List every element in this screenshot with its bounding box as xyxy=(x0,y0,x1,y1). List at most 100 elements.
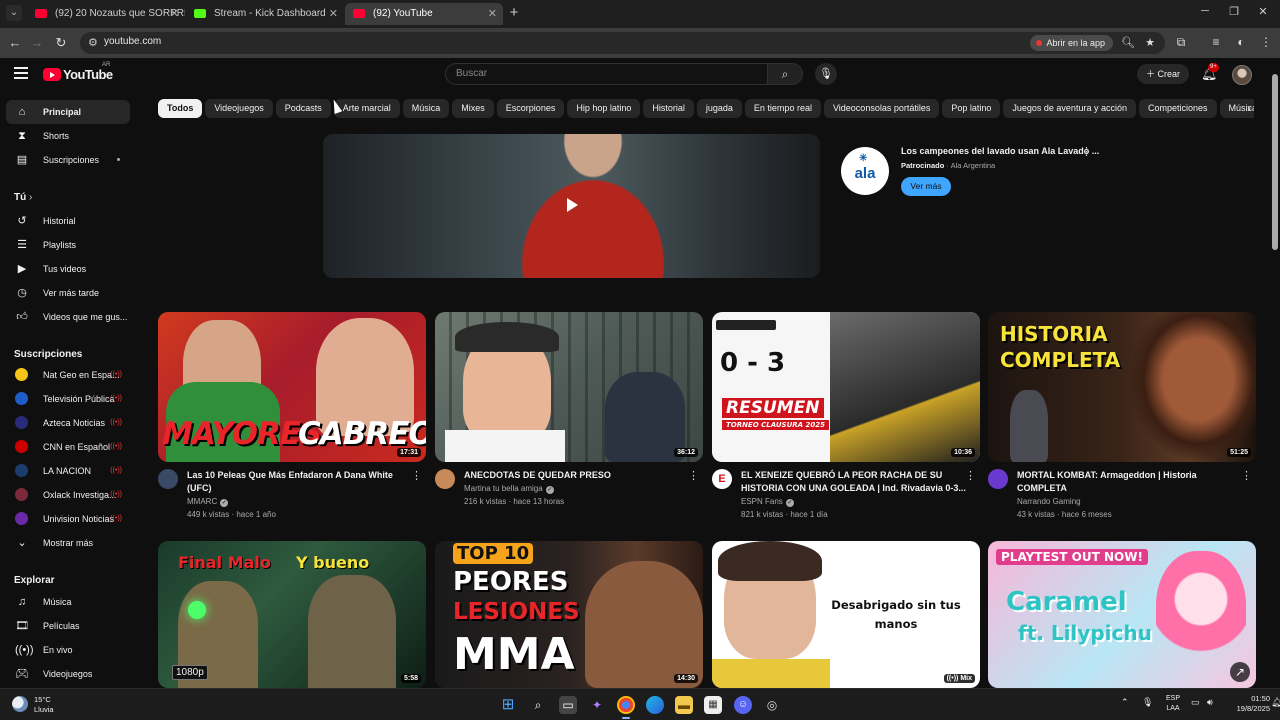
input-language[interactable]: ESP LAA xyxy=(1165,694,1181,714)
weather-widget[interactable]: 15°C Lluvia xyxy=(34,695,54,715)
show-more-button[interactable]: ⌄ Mostrar más xyxy=(6,531,130,555)
sidebar-item-ver-mas-tarde[interactable]: ◷ Ver más tarde xyxy=(6,281,130,305)
sidebar-sub-natgeo[interactable]: Nat Geo en Espa... ((•)) xyxy=(6,363,130,387)
browser-tab-3[interactable]: (92) YouTube ✕ xyxy=(345,3,503,25)
chip-musica[interactable]: Música xyxy=(402,99,450,118)
channel-avatar[interactable] xyxy=(158,469,178,489)
close-tab-icon[interactable]: ✕ xyxy=(488,3,497,25)
extensions-icon[interactable]: ⧉ xyxy=(1173,35,1189,50)
sidebar-item-musica[interactable]: ♫ Música xyxy=(6,590,130,614)
video-title[interactable]: Las 10 Peleas Que Más Enfadaron A Dana W… xyxy=(187,469,412,495)
chip-juegos-aventura[interactable]: Juegos de aventura y acción xyxy=(1003,99,1136,118)
video-thumbnail[interactable]: TOP 10 PEORES LESIONES MMA 14:30 xyxy=(435,541,703,688)
forward-button[interactable]: → xyxy=(28,34,46,52)
zoom-icon[interactable]: 🔍︎ xyxy=(1121,36,1135,49)
site-info-icon[interactable]: ⚙ xyxy=(88,36,98,49)
address-bar[interactable]: ⚙ youtube.com Abrir en la app 🔍︎ ★ xyxy=(80,32,1165,54)
scrollbar-thumb[interactable] xyxy=(1272,74,1278,250)
system-clock[interactable]: 01:50 19/8/2025 xyxy=(1228,694,1270,714)
close-window-button[interactable]: ✕ xyxy=(1254,5,1272,18)
expand-arrow-icon[interactable]: ↗ xyxy=(1230,662,1250,682)
chip-videoconsolas[interactable]: Videoconsolas portátiles xyxy=(823,99,940,118)
you-section-heading[interactable]: Tú › xyxy=(14,192,32,203)
microphone-tray-icon[interactable]: 🎙︎ xyxy=(1142,697,1153,708)
video-thumbnail[interactable]: MAYORES CABREOS 17:31 xyxy=(158,312,426,462)
sidebar-sub-oxlack[interactable]: Oxlack Investiga... ((•)) xyxy=(6,483,130,507)
search-input[interactable]: Buscar xyxy=(445,63,767,85)
task-view-icon[interactable]: ▭ xyxy=(559,696,577,714)
sidebar-sub-univision[interactable]: Univision Noticias ((•)) xyxy=(6,507,130,531)
file-explorer-icon[interactable]: ▬ xyxy=(675,696,693,714)
sidebar-item-en-vivo[interactable]: ((•)) En vivo xyxy=(6,638,130,662)
sidebar-item-liked-videos[interactable]: 👍︎ Videos que me gus... xyxy=(6,305,130,329)
new-tab-button[interactable]: + xyxy=(505,4,523,21)
video-title[interactable]: MORTAL KOMBAT: Armageddon | Historia COM… xyxy=(1017,469,1242,495)
voice-search-button[interactable]: 🎙︎ xyxy=(815,63,837,85)
video-thumbnail[interactable]: PLAYTEST OUT NOW! Caramel ft. Lilypichu … xyxy=(988,541,1256,688)
close-tab-icon[interactable]: ✕ xyxy=(170,3,179,25)
sidebar-item-videojuegos[interactable]: 🎮︎ Videojuegos xyxy=(6,662,130,686)
copilot-icon[interactable]: ✦ xyxy=(588,696,606,714)
chip-videojuegos[interactable]: Videojuegos xyxy=(205,99,273,118)
create-button[interactable]: ＋ Crear xyxy=(1137,64,1189,84)
chip-arte-marcial[interactable]: Arte marcial xyxy=(333,99,400,118)
sidebar-item-peliculas[interactable]: 🎞︎ Películas xyxy=(6,614,130,638)
channel-avatar[interactable] xyxy=(435,469,455,489)
video-thumbnail[interactable]: 36:12 xyxy=(435,312,703,462)
media-controls-icon[interactable]: ≡ xyxy=(1208,35,1224,49)
browser-tab-1[interactable]: (92) 20 Nozauts que SORPRENDI ✕ xyxy=(27,3,185,25)
back-button[interactable]: ← xyxy=(6,34,24,52)
sidebar-item-playlists[interactable]: ☰ Playlists xyxy=(6,233,130,257)
tab-search-button[interactable]: ⌄ xyxy=(6,5,22,21)
browser-tab-2[interactable]: Stream - Kick Dashboard ✕ xyxy=(186,3,344,25)
sidebar-item-tus-videos[interactable]: ▶ Tus videos xyxy=(6,257,130,281)
discord-icon[interactable]: ☺ xyxy=(734,696,752,714)
chip-mixes[interactable]: Mixes xyxy=(452,99,494,118)
ad-video-preview[interactable] xyxy=(323,134,820,278)
sidebar-sub-azteca[interactable]: Azteca Noticias ((•)) xyxy=(6,411,130,435)
weather-icon[interactable] xyxy=(12,696,28,712)
obs-icon[interactable]: ◎ xyxy=(763,696,781,714)
network-icon[interactable]: ▭ xyxy=(1191,697,1200,708)
channel-avatar[interactable]: E xyxy=(712,469,732,489)
sidebar-item-historial[interactable]: ↺ Historial xyxy=(6,209,130,233)
sidebar-sub-cnn[interactable]: CNN en Español ((•)) xyxy=(6,435,130,459)
chip-escorpiones[interactable]: Escorpiones xyxy=(496,99,565,118)
browser-menu-icon[interactable]: ⋮ xyxy=(1258,35,1274,49)
chip-podcasts[interactable]: Podcasts xyxy=(275,99,331,118)
chips-next-icon[interactable]: › xyxy=(1247,101,1251,115)
account-avatar[interactable] xyxy=(1232,65,1252,85)
reload-button[interactable]: ↻ xyxy=(52,34,70,52)
video-thumbnail[interactable]: HISTORIA COMPLETA 51:25 xyxy=(988,312,1256,462)
channel-name[interactable]: MMARC ✓ xyxy=(187,497,229,507)
more-actions-icon[interactable]: ⋮ xyxy=(688,469,699,482)
chip-todos[interactable]: Todos xyxy=(158,99,203,118)
advertiser-logo[interactable]: ala xyxy=(841,132,889,195)
more-actions-icon[interactable]: ⋮ xyxy=(1241,469,1252,482)
ad-title[interactable]: Los campeones del lavado usan Ala Lavado… xyxy=(901,146,1099,156)
minimize-window-button[interactable]: ─ xyxy=(1196,5,1214,17)
channel-name[interactable]: Narrando Gaming xyxy=(1017,497,1081,506)
channel-name[interactable]: Martina tu bella amiga ✓ xyxy=(464,484,554,494)
more-actions-icon[interactable]: ⋮ xyxy=(965,469,976,482)
channel-avatar[interactable] xyxy=(988,469,1008,489)
close-tab-icon[interactable]: ✕ xyxy=(329,3,338,25)
video-thumbnail[interactable]: Final Malo Y bueno 1080p 5:58 xyxy=(158,541,426,688)
search-button[interactable]: ⌕ xyxy=(767,63,803,85)
chip-hip-hop-latino[interactable]: Hip hop latino xyxy=(567,99,641,118)
chip-historial[interactable]: Historial xyxy=(643,99,694,118)
open-in-app-button[interactable]: Abrir en la app xyxy=(1030,35,1113,51)
chrome-icon[interactable] xyxy=(617,696,635,714)
volume-icon[interactable]: 🔊︎ xyxy=(1207,697,1213,708)
video-title[interactable]: EL XENEIZE QUEBRÓ LA PEOR RACHA DE SU HI… xyxy=(741,469,966,495)
bookmark-star-icon[interactable]: ★ xyxy=(1145,36,1155,49)
sidebar-item-principal[interactable]: ⌂ Principal xyxy=(6,100,130,124)
tray-overflow-icon[interactable]: ⌃ xyxy=(1121,697,1129,708)
store-icon[interactable]: ▦ xyxy=(704,696,722,714)
profile-icon[interactable]: ◐ xyxy=(1233,35,1249,49)
more-actions-icon[interactable]: ⋮ xyxy=(411,469,422,482)
chip-jugada[interactable]: jugada xyxy=(696,99,742,118)
sidebar-sub-la-nacion[interactable]: LA NACION ((•)) xyxy=(6,459,130,483)
notification-center-icon[interactable]: 🔔︎ xyxy=(1271,697,1280,708)
search-icon[interactable]: ⌕ xyxy=(529,696,547,714)
